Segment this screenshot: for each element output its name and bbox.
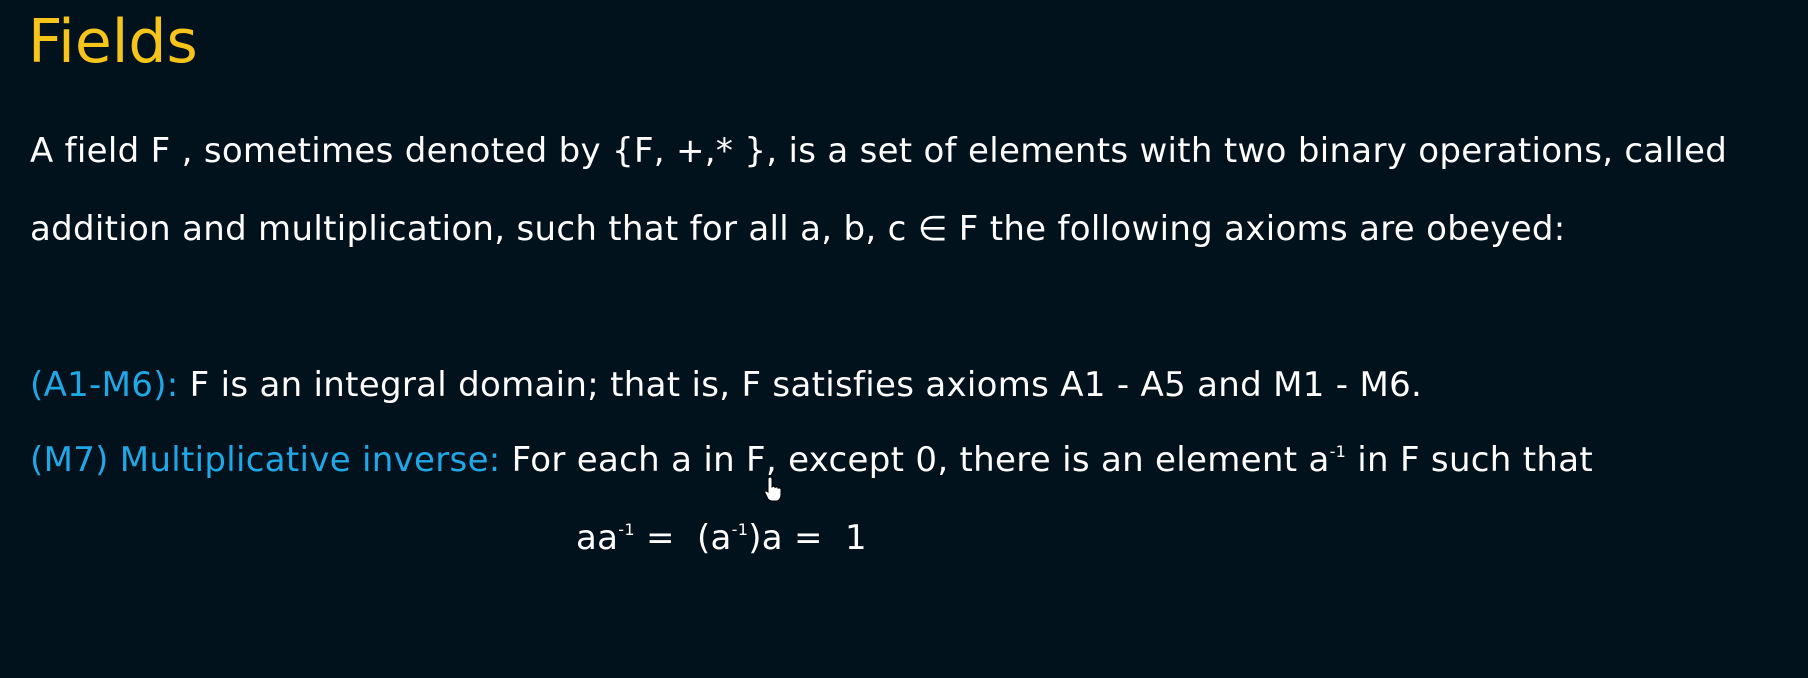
equation-mid-sup: -1 xyxy=(731,520,749,539)
axiom-a1-m6-text: F is an integral domain; that is, F sati… xyxy=(178,365,1423,405)
equation-mid-close: )a = 1 xyxy=(748,518,867,558)
inverse-equation: aa-1 = (a-1)a = 1 xyxy=(576,508,867,568)
axiom-m7-text-before: For each a in F, except 0, there is an e… xyxy=(500,440,1330,480)
hand-pointer-icon xyxy=(764,476,782,502)
axiom-m7-label: (M7) Multiplicative inverse: xyxy=(30,440,501,480)
equation-eq1: = (a xyxy=(634,518,732,558)
equation-lhs-sup: -1 xyxy=(618,520,635,539)
equation-lhs-base: aa xyxy=(576,518,619,558)
slide-title: Fields xyxy=(28,7,198,77)
axiom-m7-superscript: -1 xyxy=(1329,442,1347,461)
axiom-m7-text-after: in F such that xyxy=(1346,440,1593,480)
field-definition-paragraph: A field F , sometimes denoted by {F, +,*… xyxy=(30,131,1728,249)
axiom-a1-m6: (A1-M6): F is an integral domain; that i… xyxy=(30,355,1422,415)
axiom-a1-m6-label: (A1-M6): xyxy=(30,365,179,405)
axiom-m7: (M7) Multiplicative inverse: For each a … xyxy=(30,430,1593,490)
